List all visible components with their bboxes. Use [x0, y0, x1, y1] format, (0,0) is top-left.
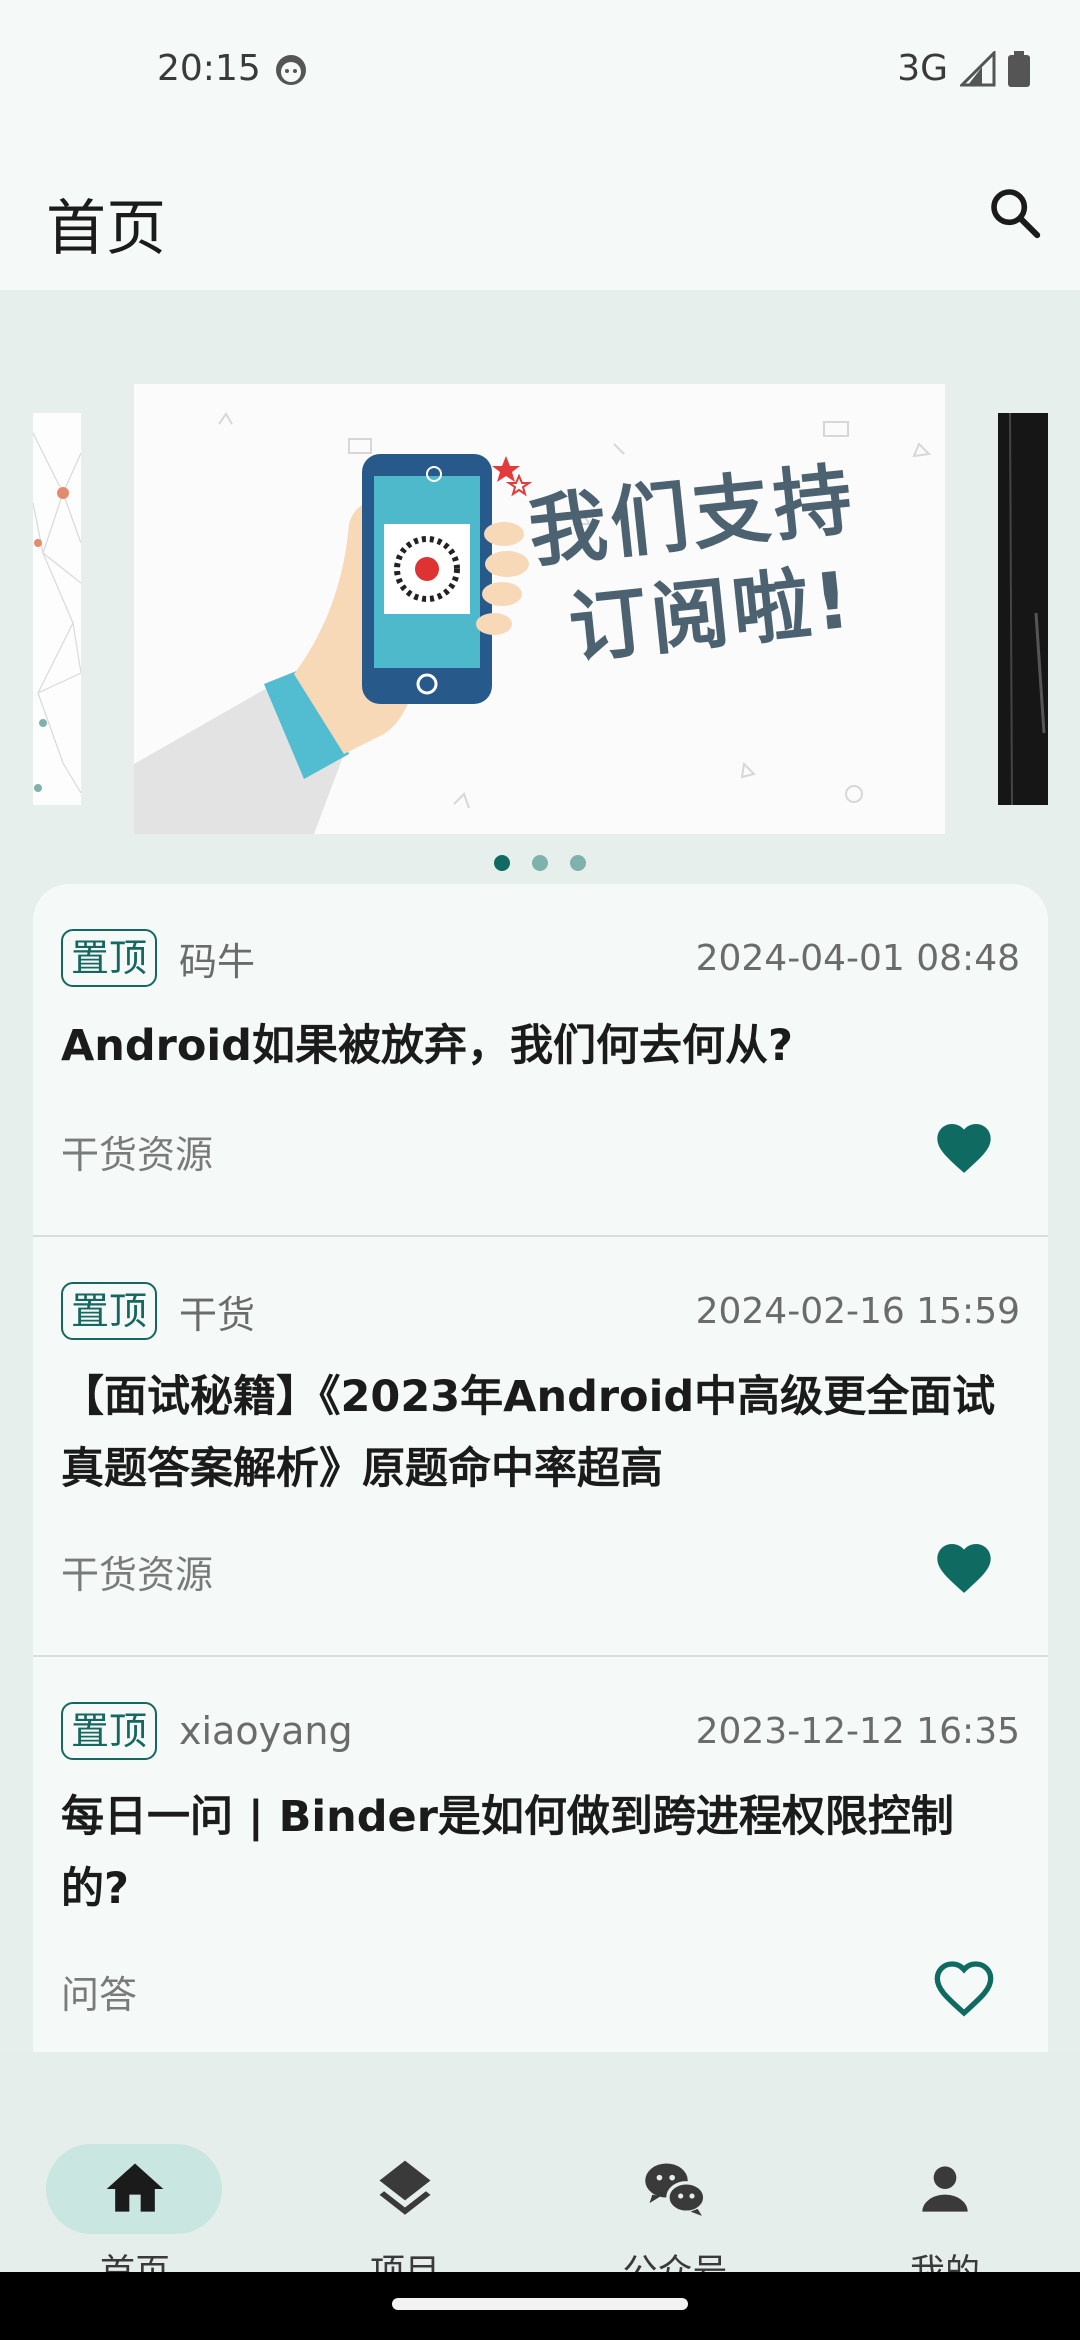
- page-title: 首页: [46, 194, 166, 264]
- banner-next-peek[interactable]: [998, 413, 1048, 805]
- banner-indicator: [0, 855, 1080, 871]
- article-item[interactable]: 置顶 干货 2024-02-16 15:59 【面试秘籍】《2023年Andro…: [33, 1237, 1048, 1657]
- search-icon: [991, 189, 1041, 239]
- nav-item-home[interactable]: 首页: [0, 2090, 270, 2293]
- battery-icon: [1008, 50, 1030, 87]
- person-icon: [922, 2166, 968, 2212]
- article-author[interactable]: xiaoyang: [179, 1709, 353, 1753]
- banner-dot[interactable]: [570, 855, 586, 871]
- favorite-filled-icon[interactable]: [932, 1116, 996, 1180]
- article-item[interactable]: 置顶 xiaoyang 2023-12-12 16:35 每日一问 | Bind…: [33, 1657, 1048, 2052]
- article-title[interactable]: 每日一问 | Binder是如何做到跨进程权限控制的?: [61, 1781, 1020, 1925]
- banner-headline: 我们支持 订阅啦!: [524, 442, 943, 683]
- robot-face-icon: [276, 55, 306, 85]
- nav-item-mine[interactable]: 我的: [810, 2090, 1080, 2293]
- status-time: 20:15: [157, 48, 261, 89]
- pinned-tag: 置顶: [61, 1282, 158, 1340]
- bottom-navigation: 首页 项目 公众号 我的: [0, 2052, 1080, 2293]
- home-gesture-handle[interactable]: [392, 2298, 688, 2310]
- article-author[interactable]: 码牛: [179, 931, 255, 986]
- article-category[interactable]: 问答: [61, 1964, 137, 2019]
- pinned-tag: 置顶: [61, 929, 158, 987]
- article-title[interactable]: Android如果被放弃，我们何去何从?: [61, 1010, 1020, 1082]
- favorite-outline-icon[interactable]: [932, 1956, 996, 2020]
- network-illustration: [33, 432, 81, 794]
- banner-carousel[interactable]: 我们支持 订阅啦!: [0, 290, 1080, 890]
- search-button[interactable]: [980, 178, 1050, 248]
- article-meta: 置顶 干货 2024-02-16 15:59: [61, 1281, 1020, 1341]
- article-date: 2024-02-16 15:59: [695, 1290, 1020, 1332]
- article-meta: 置顶 xiaoyang 2023-12-12 16:35: [61, 1701, 1020, 1761]
- article-date: 2024-04-01 08:48: [695, 937, 1020, 979]
- layers-icon: [379, 2160, 431, 2215]
- article-author[interactable]: 干货: [179, 1284, 255, 1339]
- article-meta: 置顶 码牛 2024-04-01 08:48: [61, 928, 1020, 988]
- favorite-filled-icon[interactable]: [932, 1536, 996, 1600]
- article-date: 2023-12-12 16:35: [695, 1710, 1020, 1752]
- dark-texture-illustration: [1009, 413, 1046, 805]
- app-bar: 首页: [0, 140, 1080, 290]
- home-icon: [106, 2163, 164, 2212]
- nav-item-projects[interactable]: 项目: [270, 2090, 540, 2293]
- wechat-icon: [645, 2163, 707, 2216]
- banner-image[interactable]: 我们支持 订阅啦!: [134, 384, 945, 834]
- banner-dot[interactable]: [494, 855, 510, 871]
- pinned-tag: 置顶: [61, 1702, 158, 1760]
- banner-dot[interactable]: [532, 855, 548, 871]
- gesture-navigation-bar: [0, 2272, 1080, 2340]
- article-item[interactable]: 置顶 码牛 2024-04-01 08:48 Android如果被放弃，我们何去…: [33, 884, 1048, 1237]
- signal-icon: [960, 50, 996, 86]
- network-type: 3G: [897, 48, 948, 89]
- banner-prev-peek[interactable]: [33, 413, 81, 805]
- article-list: 置顶 码牛 2024-04-01 08:48 Android如果被放弃，我们何去…: [33, 884, 1048, 2052]
- status-indicators: 3G: [897, 48, 1030, 89]
- nav-item-official-accounts[interactable]: 公众号: [540, 2090, 810, 2293]
- status-bar: 20:15 3G: [0, 0, 1080, 140]
- article-category[interactable]: 干货资源: [61, 1544, 213, 1599]
- article-title[interactable]: 【面试秘籍】《2023年Android中高级更全面试真题答案解析》原题命中率超高: [61, 1361, 1020, 1505]
- article-category[interactable]: 干货资源: [61, 1124, 213, 1179]
